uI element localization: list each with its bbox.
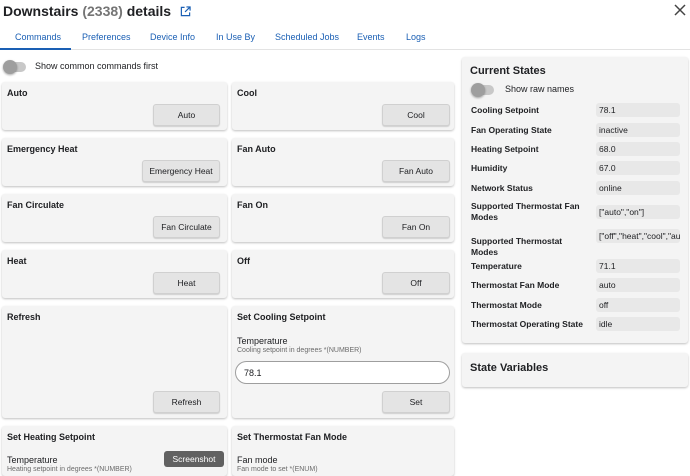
state-name: Fan Operating State [471,125,552,135]
active-tab-indicator [0,48,71,50]
state-value: ["auto","on"] [596,205,680,219]
state-value: 67.0 [596,161,680,175]
state-name: Temperature [471,261,522,271]
emergency-heat-button[interactable]: Emergency Heat [142,160,220,182]
command-card-heat: Heat Heat [2,250,227,298]
command-card-auto: Auto Auto [2,82,227,130]
show-raw-names-toggle[interactable] [471,83,494,97]
state-value: inactive [596,123,680,137]
show-common-commands-toggle[interactable] [3,60,26,74]
command-title: Set Heating Setpoint [7,432,96,442]
command-card-refresh: Refresh Refresh [2,306,227,418]
command-title: Emergency Heat [7,144,78,154]
set-cooling-button[interactable]: Set [382,391,450,413]
command-title: Fan Auto [237,144,276,154]
refresh-button[interactable]: Refresh [153,391,220,413]
tab-scheduled-jobs[interactable]: Scheduled Jobs [275,32,339,42]
current-states-title: Current States [470,65,546,77]
heat-button[interactable]: Heat [153,272,220,294]
off-button[interactable]: Off [382,272,450,294]
temperature-field-hint: Cooling setpoint in degrees *(NUMBER) [237,347,362,354]
fan-mode-field-label: Fan mode [237,455,278,465]
state-name: Thermostat Mode [471,300,542,310]
state-name: Thermostat Fan Mode [471,280,560,290]
command-card-emergency-heat: Emergency Heat Emergency Heat [2,138,227,186]
state-value: 71.1 [596,259,680,273]
command-title: Set Thermostat Fan Mode [237,432,348,442]
command-title: Auto [7,88,28,98]
command-title: Off [237,256,250,266]
state-variables-panel: State Variables [462,353,688,387]
state-name: Network Status [471,183,533,193]
show-common-commands-label: Show common commands first [35,61,159,71]
temperature-field-label: Temperature [237,336,288,346]
command-card-set-thermostat-fan-mode: Set Thermostat Fan Mode Fan mode Fan mod… [232,426,454,476]
tab-events[interactable]: Events [357,32,385,42]
state-variables-title: State Variables [470,362,549,374]
state-value: idle [596,317,680,331]
device-id: (2338) [82,3,123,19]
command-title: Fan On [237,200,268,210]
state-value: off [596,298,680,312]
command-card-fan-circulate: Fan Circulate Fan Circulate [2,194,227,242]
state-name: Cooling Setpoint [471,105,539,115]
command-title: Heat [7,256,27,266]
command-card-set-cooling-setpoint: Set Cooling Setpoint Temperature Cooling… [232,306,454,418]
command-card-fan-auto: Fan Auto Fan Auto [232,138,454,186]
tab-device-info[interactable]: Device Info [150,32,195,42]
current-states-panel: Current States Show raw names Cooling Se… [462,57,688,343]
command-card-off: Off Off [232,250,454,298]
state-name: Supported Thermostat Fan Modes [471,201,580,222]
state-value: auto [596,278,680,292]
state-value: 68.0 [596,142,680,156]
state-value: online [596,181,680,195]
command-title: Refresh [7,312,41,322]
fan-circulate-button[interactable]: Fan Circulate [153,216,220,238]
tab-commands[interactable]: Commands [15,32,61,42]
state-value: ["off","heat","cool","auto"] [596,229,680,243]
auto-button[interactable]: Auto [153,104,220,126]
show-raw-names-label: Show raw names [505,84,575,94]
state-name: Thermostat Operating State [471,319,583,329]
tab-logs[interactable]: Logs [406,32,426,42]
command-card-cool: Cool Cool [232,82,454,130]
screenshot-tooltip: Screenshot [164,451,224,467]
state-name: Supported Thermostat Modes [471,236,563,257]
state-name: Humidity [471,163,508,173]
fan-on-button[interactable]: Fan On [382,216,450,238]
command-title: Set Cooling Setpoint [237,312,326,322]
state-name: Heating Setpoint [471,144,539,154]
dialog-header: Downstairs (2338) details [0,0,690,24]
tab-in-use-by[interactable]: In Use By [216,32,255,42]
command-card-fan-on: Fan On Fan On [232,194,454,242]
tab-bar: Commands Preferences Device Info In Use … [0,24,690,50]
page-title: Downstairs (2338) details [3,3,191,19]
cooling-setpoint-input[interactable]: 78.1 [235,361,450,384]
cool-button[interactable]: Cool [382,104,450,126]
temperature-field-label: Temperature [7,455,58,465]
command-title: Cool [237,88,257,98]
open-external-icon[interactable] [180,6,191,17]
tab-preferences[interactable]: Preferences [82,32,131,42]
state-value: 78.1 [596,103,680,117]
fan-auto-button[interactable]: Fan Auto [382,160,450,182]
command-title: Fan Circulate [7,200,65,210]
close-icon[interactable] [673,3,687,17]
